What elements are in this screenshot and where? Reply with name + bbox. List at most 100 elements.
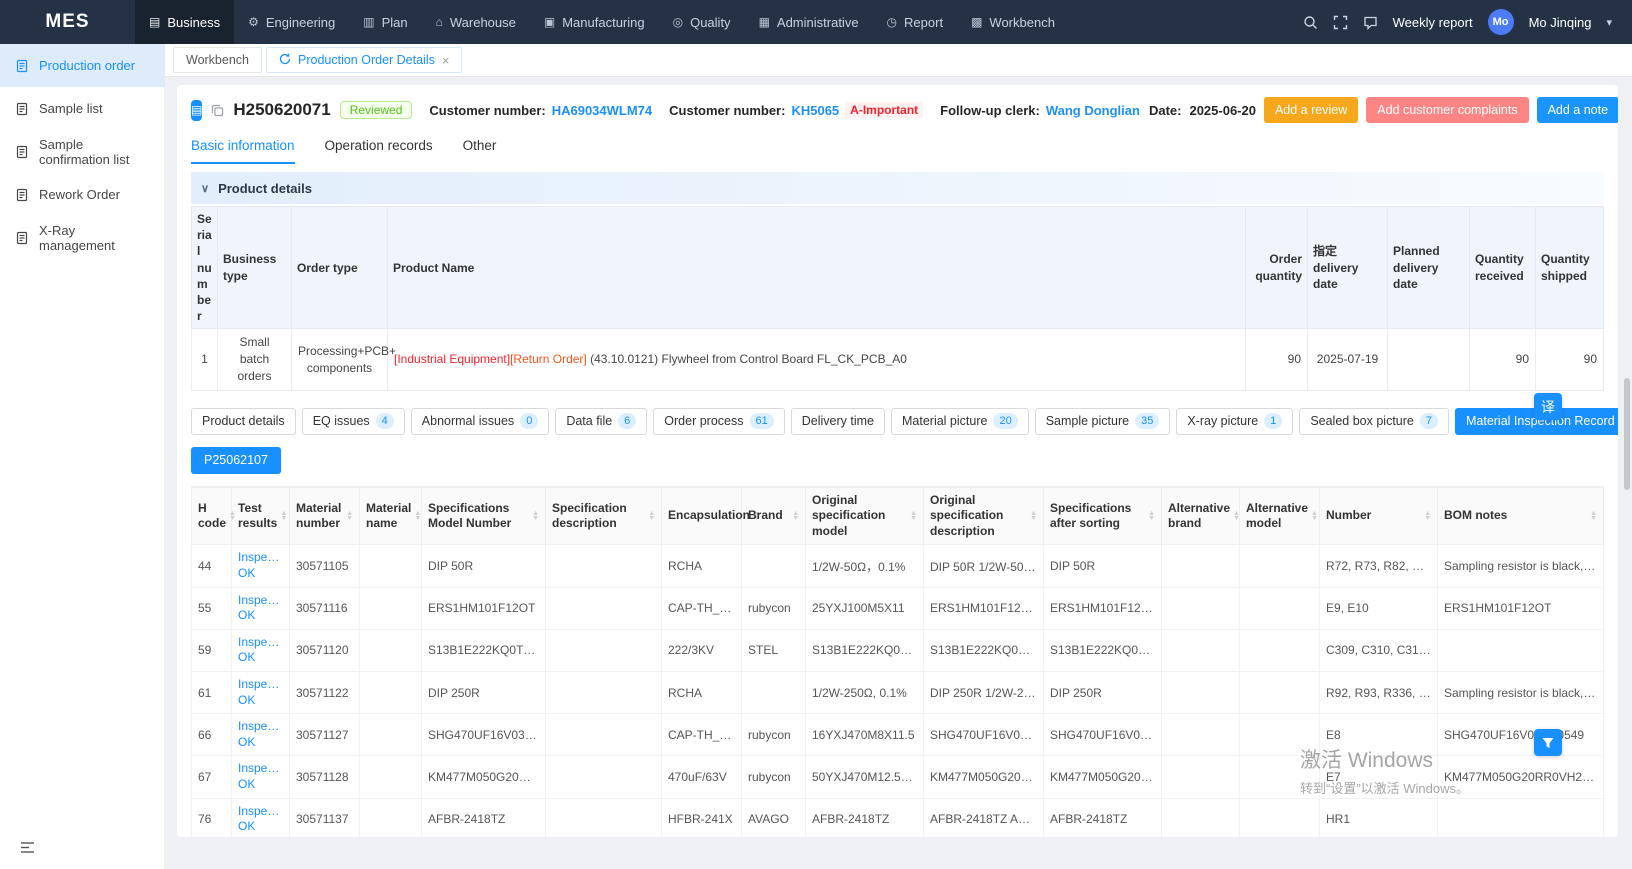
nav-item-engineering[interactable]: ⚙Engineering: [234, 0, 349, 44]
copy-icon[interactable]: [211, 104, 224, 117]
sidebar-item-rework-order[interactable]: Rework Order: [0, 173, 165, 216]
record-tab-product-details[interactable]: Product details: [191, 408, 296, 435]
refresh-icon[interactable]: [279, 53, 291, 68]
add-note-button[interactable]: Add a note: [1537, 97, 1618, 123]
cell-specification-description: [546, 587, 662, 629]
table-row[interactable]: 55Inspection OK30571116ERS1HM101F12OTCAP…: [192, 587, 1604, 629]
message-icon[interactable]: [1363, 15, 1378, 30]
record-tab-sample-picture[interactable]: Sample picture35: [1035, 408, 1171, 435]
column-header-test-results[interactable]: Test results▲▼: [232, 487, 290, 545]
record-tab-sealed-box-picture[interactable]: Sealed box picture7: [1299, 408, 1449, 435]
sort-icon[interactable]: ▲▼: [532, 511, 539, 521]
nav-item-business[interactable]: ▤Business: [135, 0, 234, 44]
record-tab-order-process[interactable]: Order process61: [653, 408, 784, 435]
column-header-original-specification-description[interactable]: Original specification description▲▼: [924, 487, 1044, 545]
sort-icon[interactable]: ▲▼: [229, 511, 236, 521]
sidebar-item-sample-confirmation-list[interactable]: Sample confirmation list: [0, 130, 165, 173]
table-row[interactable]: 76Inspection OK30571137AFBR-2418TZHFBR-2…: [192, 798, 1604, 837]
filter-button[interactable]: [1534, 729, 1562, 756]
record-tab-x-ray-picture[interactable]: X-ray picture1: [1176, 408, 1293, 435]
cell-specifications-after-sorting: DIP 250R: [1044, 672, 1162, 714]
translate-button[interactable]: 译: [1534, 393, 1562, 420]
column-header-encapsulation[interactable]: Encapsulation▲▼: [662, 487, 742, 545]
column-header-number[interactable]: Number▲▼: [1320, 487, 1438, 545]
column-header-alternative-model[interactable]: Alternative model▲▼: [1240, 487, 1320, 545]
sidebar-item-sample-list[interactable]: Sample list: [0, 87, 165, 130]
add-customer-complaints-button[interactable]: Add customer complaints: [1366, 97, 1528, 123]
nav-item-quality[interactable]: ◎Quality: [659, 0, 745, 44]
column-header-alternative-brand[interactable]: Alternative brand▲▼: [1162, 487, 1240, 545]
sort-icon[interactable]: ▲▼: [280, 511, 287, 521]
nav-item-administrative[interactable]: ▦Administrative: [745, 0, 873, 44]
sidebar-collapse-icon[interactable]: [20, 841, 35, 857]
cell-h-code: 55: [192, 587, 232, 629]
column-header-specifications-model-number[interactable]: Specifications Model Number▲▼: [422, 487, 546, 545]
column-header-material-name[interactable]: Material name▲▼: [360, 487, 422, 545]
add-review-button[interactable]: Add a review: [1264, 97, 1358, 123]
cell-original-specification-description: S13B1E222KQ0T0S0N0 ...: [924, 629, 1044, 671]
sidebar-item-production-order[interactable]: Production order: [0, 44, 165, 87]
tab-label: Workbench: [186, 53, 249, 67]
clerk-link[interactable]: Wang Donglian: [1046, 103, 1140, 118]
search-icon[interactable]: [1303, 15, 1318, 30]
batch-tab[interactable]: P25062107: [191, 447, 281, 474]
sort-icon[interactable]: ▲▼: [1590, 511, 1597, 521]
sort-icon[interactable]: ▲▼: [1233, 511, 1240, 521]
nav-item-workbench[interactable]: ▩Workbench: [957, 0, 1069, 44]
cell-specification-description: [546, 756, 662, 798]
user-name[interactable]: Mo Jinqing: [1529, 15, 1592, 30]
record-tab-abnormal-issues[interactable]: Abnormal issues0: [411, 408, 550, 435]
sort-icon[interactable]: ▲▼: [910, 511, 917, 521]
column-header-specification-description[interactable]: Specification description▲▼: [546, 487, 662, 545]
sort-icon[interactable]: ▲▼: [1311, 511, 1318, 521]
tab-basic-information[interactable]: Basic information: [191, 138, 295, 164]
column-header-material-number[interactable]: Material number▲▼: [290, 487, 360, 545]
nav-item-report[interactable]: ◷Report: [873, 0, 958, 44]
record-tab-material-picture[interactable]: Material picture20: [891, 408, 1029, 435]
chevron-down-icon[interactable]: ▾: [1606, 16, 1612, 29]
record-tab-data-file[interactable]: Data file6: [555, 408, 647, 435]
nav-item-manufacturing[interactable]: ▣Manufacturing: [530, 0, 659, 44]
sort-icon[interactable]: ▲▼: [648, 511, 655, 521]
weekly-report-link[interactable]: Weekly report: [1393, 15, 1473, 30]
table-row[interactable]: 67Inspection OK30571128KM477M050G20RR0V.…: [192, 756, 1604, 798]
tab-production-order-details[interactable]: Production Order Details ×: [266, 47, 462, 73]
sort-icon[interactable]: ▲▼: [1424, 511, 1431, 521]
tab-operation-records[interactable]: Operation records: [325, 138, 433, 164]
nav-item-warehouse[interactable]: ⌂Warehouse: [422, 0, 530, 44]
nav-item-plan[interactable]: ▥Plan: [349, 0, 421, 44]
record-tab-delivery-time[interactable]: Delivery time: [791, 408, 885, 435]
tab-workbench[interactable]: Workbench: [173, 47, 262, 73]
nav-item-label: Engineering: [266, 15, 335, 30]
sidebar-item-x-ray-management[interactable]: X-Ray management: [0, 216, 165, 259]
column-header-original-specification-model[interactable]: Original specification model▲▼: [806, 487, 924, 545]
sort-icon[interactable]: ▲▼: [1030, 511, 1037, 521]
table-row[interactable]: 44Inspection OK30571105DIP 50RRCHA1/2W-5…: [192, 545, 1604, 587]
vertical-scrollbar[interactable]: [1624, 378, 1630, 490]
cell-material-name: [360, 545, 422, 587]
product-details-section-header[interactable]: ∨ Product details: [191, 172, 1604, 204]
column-label: Specifications after sorting: [1050, 501, 1145, 532]
customer-number-link[interactable]: KH5065: [791, 103, 839, 118]
tab-other[interactable]: Other: [463, 138, 497, 164]
sort-icon[interactable]: ▲▼: [414, 511, 421, 521]
customer-number-link[interactable]: HA69034WLM74: [552, 103, 652, 118]
column-header-bom-notes[interactable]: BOM notes▲▼: [1438, 487, 1604, 545]
cell-h-code: 76: [192, 798, 232, 837]
table-row[interactable]: 66Inspection OK30571127SHG470UF16V03EC05…: [192, 714, 1604, 756]
close-icon[interactable]: ×: [442, 53, 450, 68]
cell-specifications-model-number: SHG470UF16V03EC0549: [422, 714, 546, 756]
count-badge: 0: [520, 413, 538, 429]
table-row[interactable]: 61Inspection OK30571122DIP 250RRCHA1/2W-…: [192, 672, 1604, 714]
avatar[interactable]: Mo: [1488, 9, 1514, 35]
sort-icon[interactable]: ▲▼: [346, 511, 353, 521]
column-header-h-code[interactable]: H code▲▼: [192, 487, 232, 545]
sort-icon[interactable]: ▲▼: [792, 511, 799, 521]
fullscreen-icon[interactable]: [1333, 15, 1348, 30]
column-header-specifications-after-sorting[interactable]: Specifications after sorting▲▼: [1044, 487, 1162, 545]
column-label: Material number: [296, 501, 343, 532]
sort-icon[interactable]: ▲▼: [1148, 511, 1155, 521]
table-row[interactable]: 59Inspection OK30571120S13B1E222KQ0T0S0N…: [192, 629, 1604, 671]
record-tab-eq-issues[interactable]: EQ issues4: [302, 408, 405, 435]
column-header-brand[interactable]: Brand▲▼: [742, 487, 806, 545]
